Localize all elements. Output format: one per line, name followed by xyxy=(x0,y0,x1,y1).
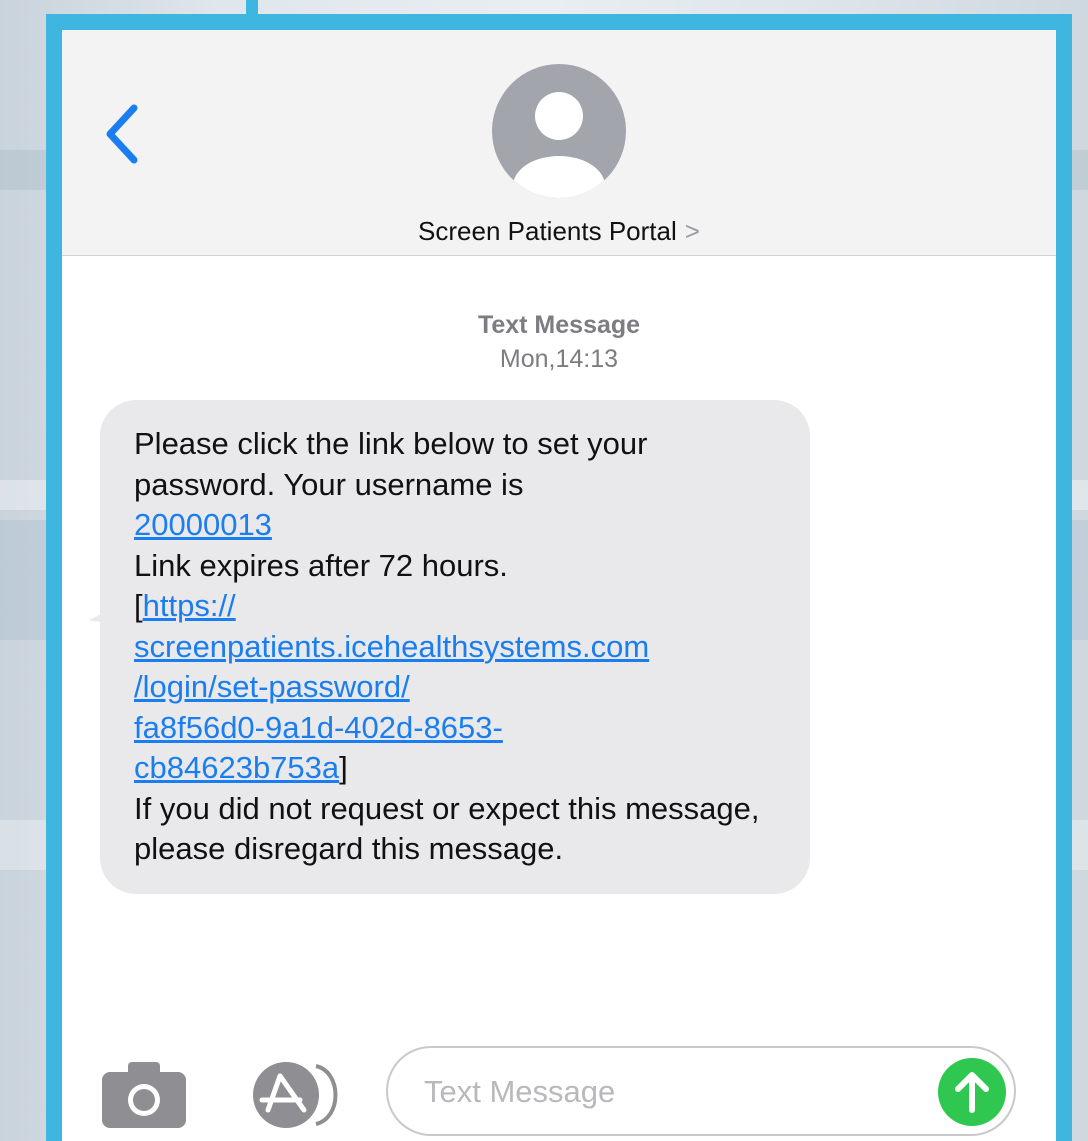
bracket: ] xyxy=(339,750,348,785)
compose-bar xyxy=(62,1042,1056,1141)
send-button[interactable] xyxy=(938,1058,1006,1126)
contact-name: Screen Patients Portal xyxy=(418,216,677,246)
back-chevron-icon[interactable] xyxy=(100,102,144,166)
contact-name-button[interactable]: Screen Patients Portal > xyxy=(62,216,1056,247)
password-link[interactable]: cb84623b753a xyxy=(134,750,339,785)
chevron-right-icon: > xyxy=(684,216,700,246)
username-link[interactable]: 20000013 xyxy=(134,507,272,542)
conversation-header: Screen Patients Portal > xyxy=(62,30,1056,256)
message-text: Please click the link below to set your … xyxy=(134,426,648,502)
password-link[interactable]: fa8f56d0-9a1d-402d-8653- xyxy=(134,710,503,745)
message-text: Link expires after 72 hours. xyxy=(134,547,508,583)
password-link[interactable]: screenpatients.icehealthsystems.com xyxy=(134,629,649,664)
password-link[interactable]: /login/set-password/ xyxy=(134,669,410,704)
camera-icon[interactable] xyxy=(102,1062,186,1128)
contact-avatar-icon[interactable] xyxy=(492,64,626,198)
message-timestamp: Mon,14:13 xyxy=(499,345,619,373)
message-text: If you did not request or expect this me… xyxy=(134,790,760,867)
message-kind: Text Message xyxy=(477,311,641,339)
messages-screen: Screen Patients Portal > Text Message Mon… xyxy=(46,14,1072,1141)
bracket: [ xyxy=(134,588,143,623)
app-store-icon[interactable] xyxy=(246,1062,346,1128)
received-message: Please click the link below to set your … xyxy=(100,400,810,894)
message-bubble: Please click the link below to set your … xyxy=(100,400,810,894)
send-arrow-icon xyxy=(955,1072,989,1113)
conversation-meta: Text Message Mon,14:13 xyxy=(62,308,1056,376)
message-input-field[interactable] xyxy=(386,1046,1016,1136)
message-input[interactable] xyxy=(424,1068,884,1116)
password-link[interactable]: https:// xyxy=(143,588,236,623)
